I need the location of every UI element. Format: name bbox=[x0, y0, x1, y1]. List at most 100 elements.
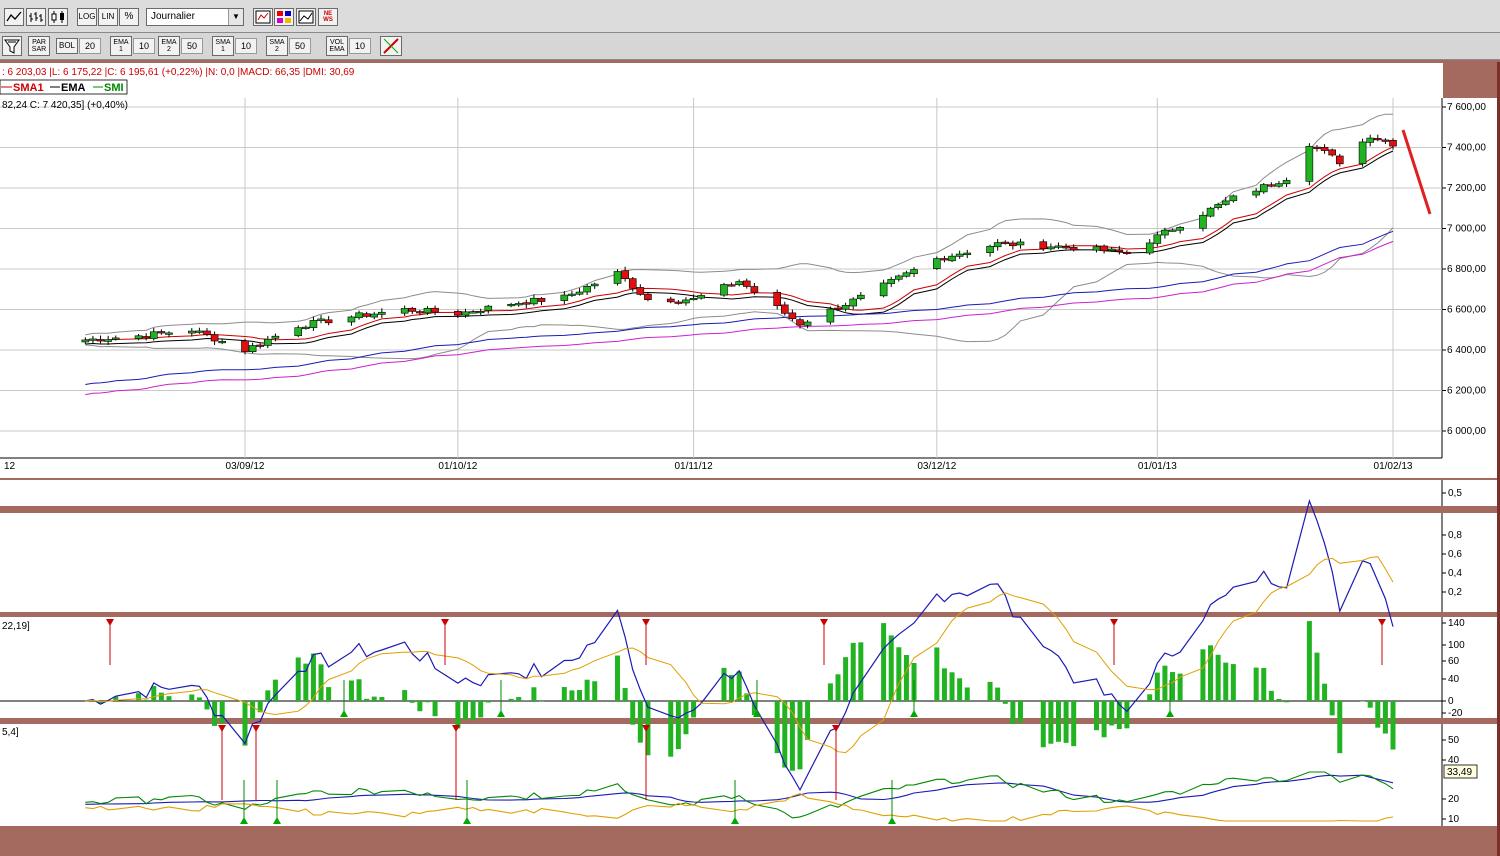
macd-histogram-bar bbox=[1230, 664, 1236, 701]
compare-chart-icon[interactable] bbox=[296, 8, 316, 26]
candle-body bbox=[1214, 204, 1222, 208]
candle-body bbox=[408, 307, 417, 312]
macd-histogram-bar bbox=[843, 657, 849, 701]
sma1-button[interactable]: SMA 1 bbox=[212, 36, 234, 56]
macd-histogram-bar bbox=[668, 701, 674, 757]
bar-chart-icon[interactable] bbox=[26, 8, 46, 26]
candle-body bbox=[309, 320, 318, 328]
sma1-period-input[interactable]: 10 bbox=[235, 38, 257, 54]
volume-ema-button[interactable]: VOL EMA bbox=[326, 36, 348, 56]
macd-histogram-bar bbox=[402, 690, 408, 701]
macd-tick-label: 0 bbox=[1448, 696, 1454, 707]
candle-body bbox=[902, 272, 911, 277]
candle-body bbox=[780, 304, 789, 314]
sma2-button[interactable]: SMA 2 bbox=[266, 36, 288, 56]
candle-body bbox=[895, 275, 903, 280]
macd-histogram-bar bbox=[1223, 662, 1229, 701]
macd-histogram-bar bbox=[995, 687, 1001, 701]
candle-body bbox=[963, 252, 972, 255]
candle-body bbox=[644, 293, 652, 300]
linear-scale-button[interactable]: LIN bbox=[98, 8, 118, 26]
candle-body bbox=[317, 318, 325, 322]
candle-body bbox=[81, 339, 90, 343]
ema2-period-input[interactable]: 50 bbox=[181, 38, 203, 54]
dmi-tick-label: 20 bbox=[1448, 794, 1460, 805]
par-sar-button[interactable]: PAR SAR bbox=[28, 36, 50, 56]
macd-histogram-bar bbox=[371, 696, 377, 701]
dmi-tick-label: 40 bbox=[1448, 755, 1460, 766]
candle-body bbox=[841, 305, 850, 310]
candle-body bbox=[590, 283, 599, 287]
x-tick-label: 01/01/13 bbox=[1138, 461, 1177, 472]
macd-histogram-bar bbox=[561, 687, 567, 701]
ema2-button[interactable]: EMA 2 bbox=[158, 36, 180, 56]
macd-histogram-bar bbox=[903, 654, 909, 701]
macd-histogram-bar bbox=[797, 701, 803, 770]
candle-body bbox=[1047, 246, 1055, 250]
line-chart-icon[interactable] bbox=[4, 8, 24, 26]
macd-histogram-bar bbox=[356, 679, 362, 701]
candle-body bbox=[134, 335, 143, 339]
candle-body bbox=[89, 338, 97, 341]
candle-body bbox=[370, 313, 379, 318]
bollinger-button[interactable]: BOL bbox=[56, 38, 78, 54]
ema1-period-input[interactable]: 10 bbox=[133, 38, 155, 54]
sma2-period-input[interactable]: 50 bbox=[289, 38, 311, 54]
macd-histogram-bar bbox=[1375, 701, 1381, 728]
macd-histogram-bar bbox=[881, 623, 887, 701]
draw-tool-icon[interactable] bbox=[380, 36, 402, 56]
macd-histogram-bar bbox=[1208, 645, 1214, 701]
macd-histogram-bar bbox=[409, 701, 415, 703]
period-select[interactable]: Journalier ▼ bbox=[146, 8, 244, 26]
macd-histogram-bar bbox=[348, 680, 354, 701]
macd-histogram-bar bbox=[432, 701, 438, 717]
macd-histogram-bar bbox=[1010, 701, 1016, 725]
macd-histogram-bar bbox=[1162, 665, 1168, 701]
candle-body bbox=[264, 338, 272, 346]
candle-body bbox=[416, 311, 424, 314]
macd-histogram-bar bbox=[478, 701, 484, 718]
macd-histogram-bar bbox=[470, 701, 476, 721]
news-button[interactable]: NE WS bbox=[318, 8, 338, 26]
color-palette-icon[interactable] bbox=[274, 8, 294, 26]
candle-body bbox=[796, 319, 804, 326]
macd-histogram-bar bbox=[1101, 701, 1107, 738]
macd-histogram-bar bbox=[318, 664, 324, 701]
macd-histogram-bar bbox=[1147, 694, 1153, 701]
macd-histogram-bar bbox=[485, 701, 491, 703]
x-tick-label: 01/02/13 bbox=[1374, 461, 1413, 472]
panel-2-tick-label: 0,5 bbox=[1448, 488, 1462, 499]
chart-area: 12 03/09/12 01/10/12 01/11/12 03/12/12 01/01/… bbox=[0, 62, 1500, 856]
candle-body bbox=[636, 287, 645, 295]
candle-body bbox=[302, 326, 310, 329]
candle-body bbox=[826, 308, 835, 323]
filter-icon[interactable] bbox=[2, 36, 22, 56]
candle-body bbox=[187, 330, 196, 334]
macd-histogram-bar bbox=[1017, 701, 1023, 723]
candle-body bbox=[256, 344, 265, 347]
price-panel-background bbox=[0, 98, 1443, 458]
macd-histogram-bar bbox=[417, 701, 423, 712]
x-tick-label: 03/12/12 bbox=[917, 461, 956, 472]
macd-histogram-bar bbox=[1322, 683, 1328, 701]
legend-ema-label: EMA bbox=[61, 82, 86, 94]
candle-body bbox=[1381, 139, 1390, 142]
chart-settings-icon[interactable] bbox=[253, 8, 273, 26]
candle-body bbox=[1252, 190, 1260, 196]
volume-ema-period-input[interactable]: 10 bbox=[349, 38, 371, 54]
log-scale-button[interactable]: LOG bbox=[77, 8, 97, 26]
macd-histogram-bar bbox=[592, 681, 598, 701]
bollinger-period-input[interactable]: 20 bbox=[79, 38, 101, 54]
candle-body bbox=[750, 286, 759, 293]
macd-tick-label: -20 bbox=[1448, 708, 1463, 719]
candle-body bbox=[1145, 242, 1154, 254]
percent-scale-button[interactable]: % bbox=[119, 8, 139, 26]
ema1-button[interactable]: EMA 1 bbox=[110, 36, 132, 56]
macd-histogram-bar bbox=[683, 701, 689, 735]
macd-histogram-bar bbox=[835, 674, 841, 701]
macd-histogram-bar bbox=[265, 690, 271, 701]
macd-histogram-bar bbox=[158, 692, 164, 701]
candlestick-chart-icon[interactable] bbox=[48, 8, 68, 26]
indicator-panel-2-background bbox=[0, 513, 1443, 612]
candle-body bbox=[1373, 138, 1382, 141]
